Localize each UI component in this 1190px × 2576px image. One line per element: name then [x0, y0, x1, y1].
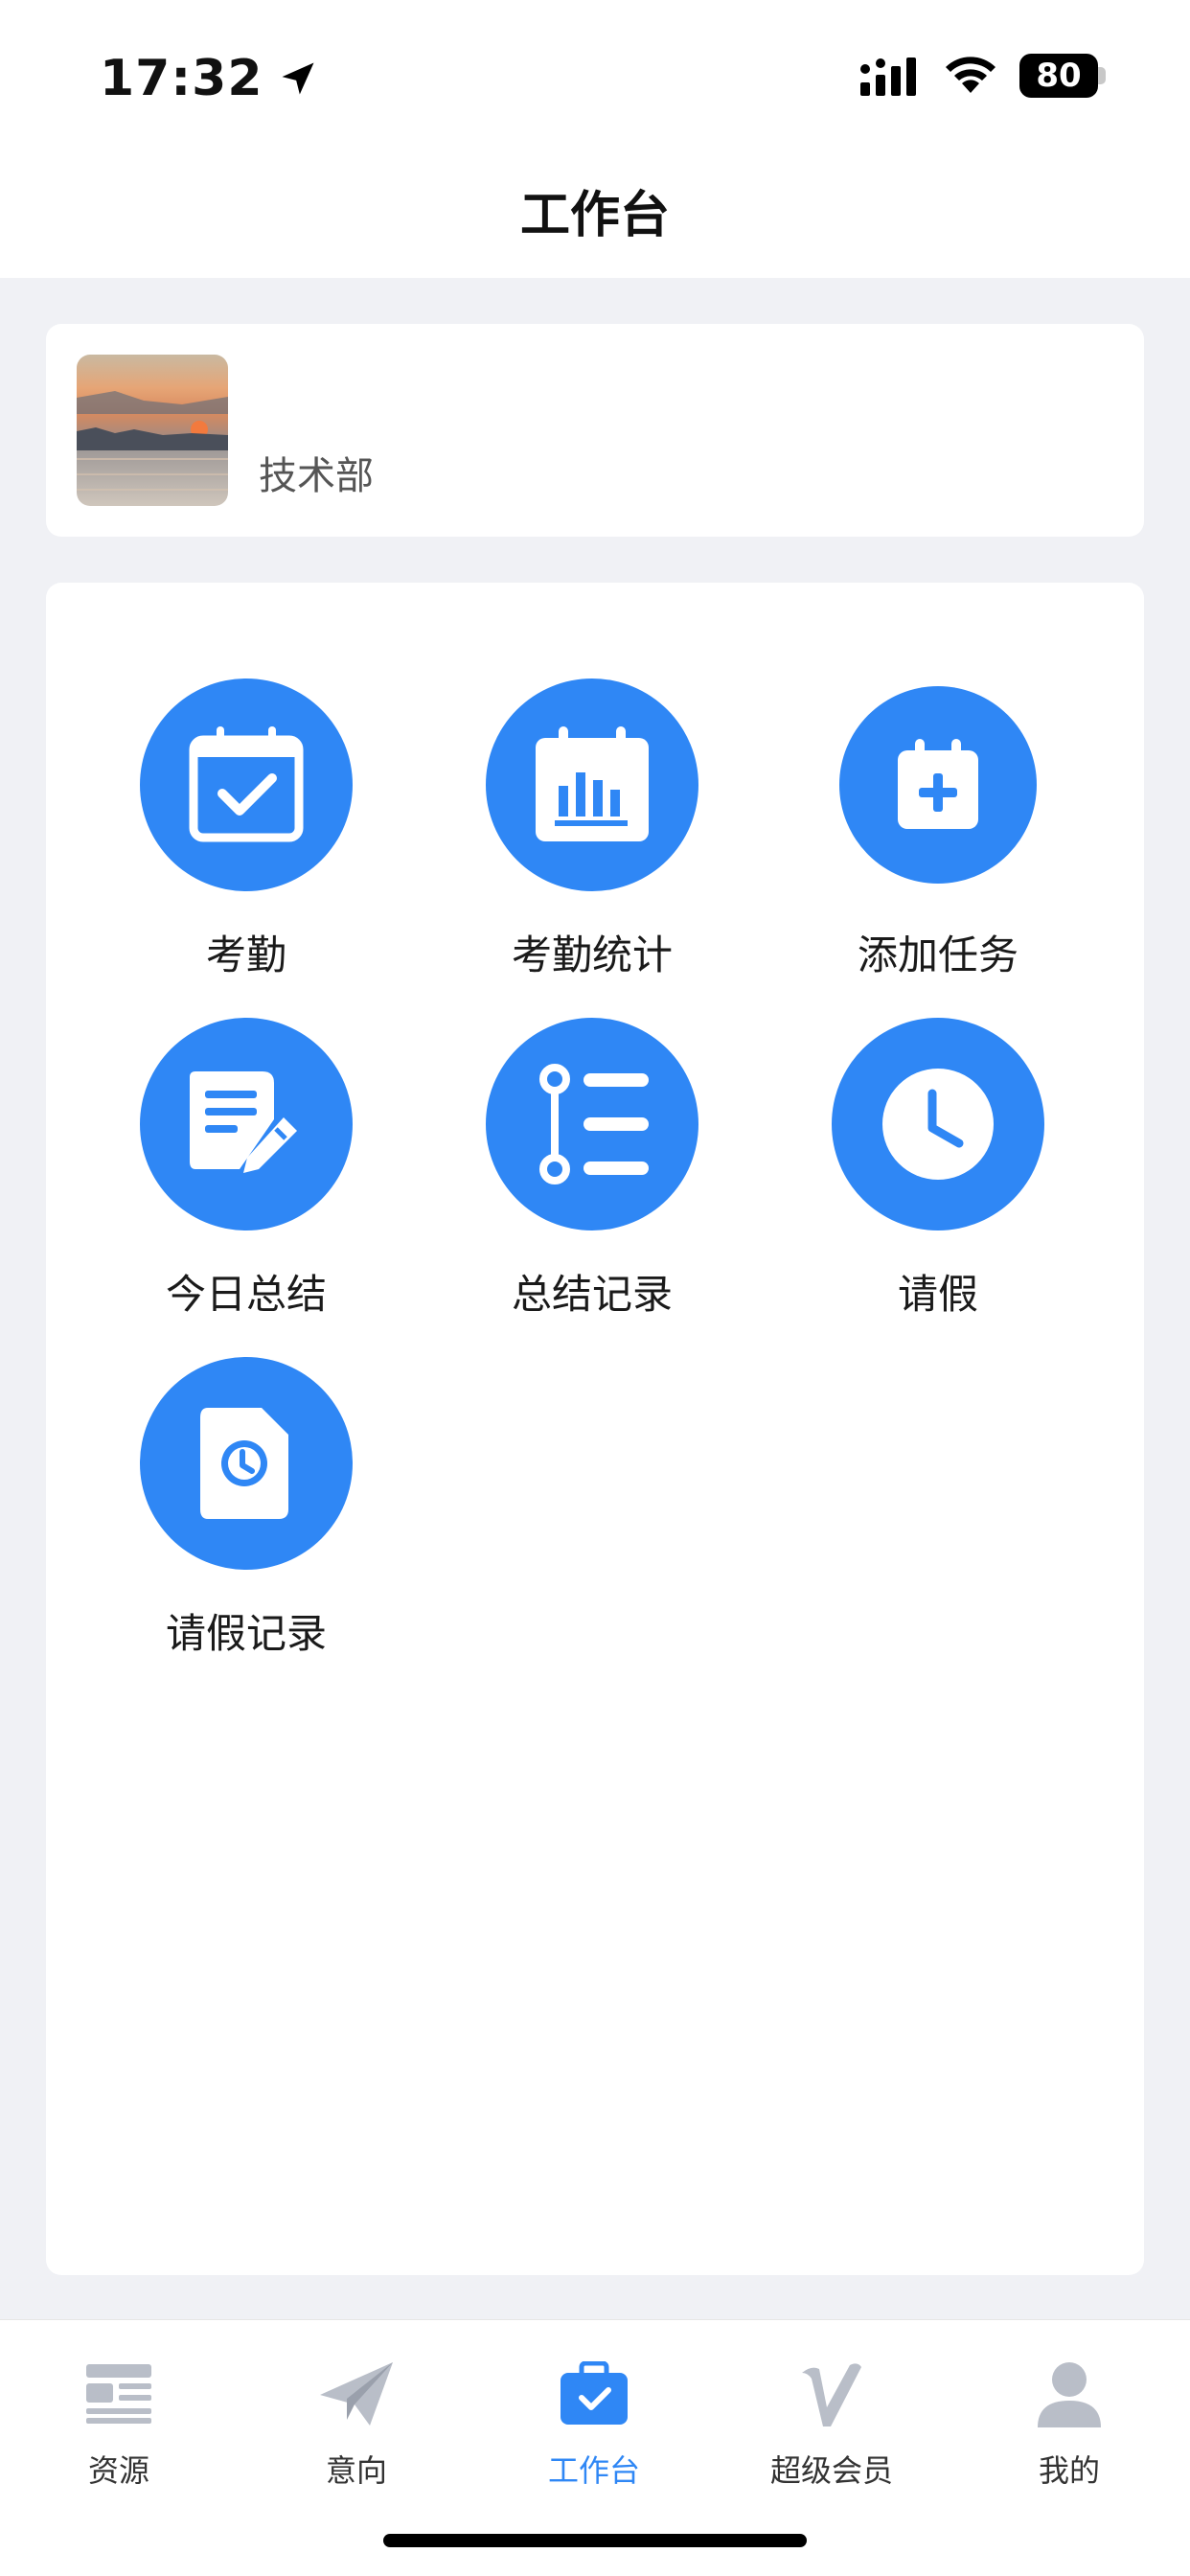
briefcase-check-icon	[561, 2361, 628, 2425]
tile-leave-records[interactable]: 请假记录	[103, 1357, 390, 1673]
tab-workbench-label: 工作台	[547, 2452, 640, 2489]
tile-leave-label: 请假	[897, 1271, 978, 1318]
file-clock-icon	[200, 1408, 288, 1519]
tile-summary-records-circle[interactable]	[486, 1018, 698, 1230]
status-time: 17:32	[100, 50, 319, 107]
clock-icon	[882, 1069, 994, 1180]
tab-mine[interactable]: 我的	[950, 2351, 1188, 2495]
top-area: 17:32 80 工作台	[0, 0, 1190, 278]
tile-add-task-circle[interactable]	[839, 686, 1037, 884]
tab-resources[interactable]: 资源	[0, 2351, 238, 2495]
battery-tip	[1098, 67, 1106, 84]
person-icon	[1038, 2362, 1101, 2427]
calendar-plus-icon	[898, 739, 978, 829]
tile-leave-records-circle[interactable]	[140, 1357, 353, 1570]
calendar-check-icon	[189, 726, 304, 842]
tile-add-task-label: 添加任务	[857, 932, 1018, 978]
avatar[interactable]	[77, 355, 228, 506]
tab-intentions[interactable]: 意向	[238, 2351, 475, 2495]
battery-indicator: 80	[1019, 54, 1108, 98]
newspaper-icon	[86, 2364, 151, 2424]
tile-attendance-stats-circle[interactable]	[486, 678, 698, 891]
profile-card[interactable]: 技术部	[46, 324, 1144, 537]
tile-attendance-circle[interactable]	[140, 678, 353, 891]
paper-plane-icon	[320, 2362, 393, 2426]
cellular-signal-icon	[860, 58, 916, 96]
sunset-photo	[77, 355, 228, 506]
profile-department: 技术部	[259, 454, 374, 498]
tile-summary-records-label: 总结记录	[511, 1271, 673, 1318]
tab-resources-label: 资源	[87, 2452, 149, 2489]
home-indicator[interactable]	[383, 2534, 807, 2547]
status-time-text: 17:32	[100, 50, 263, 107]
location-arrow-icon	[282, 62, 314, 95]
wifi-icon	[946, 57, 995, 93]
page-title: 工作台	[519, 187, 670, 244]
profile-name	[259, 374, 450, 427]
tab-super-member-label: 超级会员	[769, 2452, 893, 2489]
tile-attendance[interactable]: 考勤	[103, 678, 390, 995]
tile-leave[interactable]: 请假	[794, 1018, 1082, 1334]
tile-add-task[interactable]: 添加任务	[794, 678, 1082, 995]
v-logo-icon	[802, 2363, 861, 2426]
tab-mine-label: 我的	[1038, 2452, 1100, 2489]
status-icons: 80	[860, 54, 1108, 98]
feature-grid: 考勤 考勤统计 添加任务 今日总结 总结记录 请假 请假记录	[46, 583, 1144, 2275]
tab-workbench[interactable]: 工作台	[475, 2351, 713, 2495]
tile-attendance-label: 考勤	[205, 932, 286, 978]
timeline-list-icon	[539, 1064, 649, 1184]
bar-chart-calendar-icon	[536, 726, 649, 841]
battery-level: 80	[1019, 54, 1098, 98]
tab-super-member[interactable]: 超级会员	[713, 2351, 950, 2495]
tile-daily-summary[interactable]: 今日总结	[103, 1018, 390, 1334]
tile-attendance-stats-label: 考勤统计	[511, 932, 673, 978]
tile-leave-circle[interactable]	[832, 1018, 1044, 1230]
tile-daily-summary-label: 今日总结	[165, 1271, 327, 1318]
tile-attendance-stats[interactable]: 考勤统计	[448, 678, 736, 995]
tile-summary-records[interactable]: 总结记录	[448, 1018, 736, 1334]
tile-daily-summary-circle[interactable]	[140, 1018, 353, 1230]
tab-intentions-label: 意向	[325, 2452, 387, 2489]
document-edit-icon	[190, 1071, 297, 1173]
tile-leave-records-label: 请假记录	[165, 1610, 327, 1657]
status-bar: 17:32 80	[0, 0, 1190, 153]
